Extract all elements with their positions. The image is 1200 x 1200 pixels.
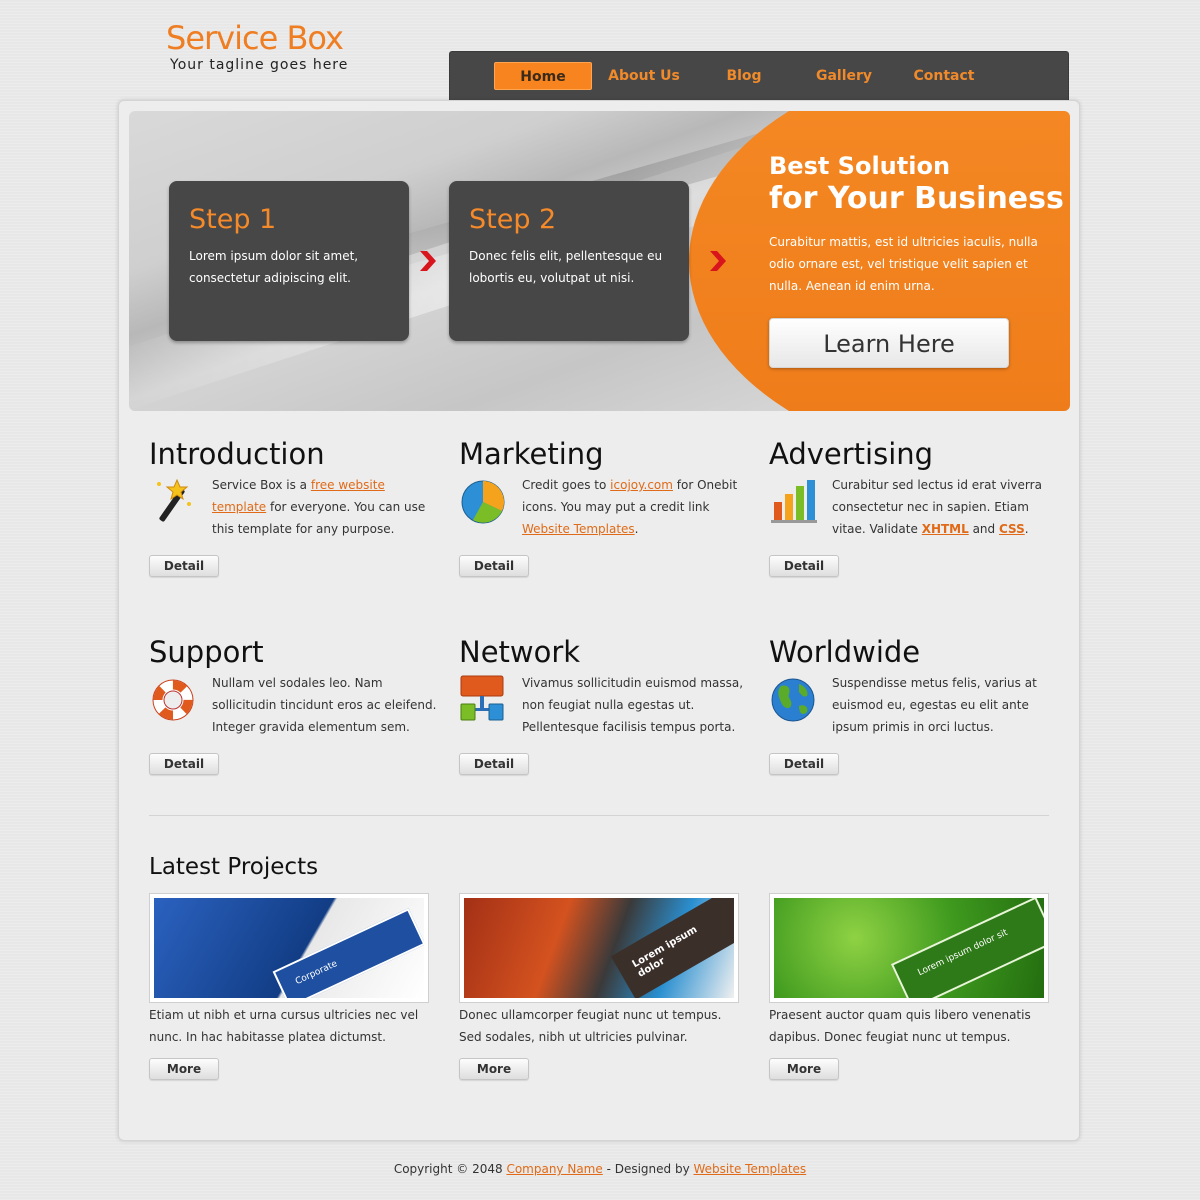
latest-projects-title: Latest Projects: [149, 854, 319, 880]
learn-here-button[interactable]: Learn Here: [769, 318, 1009, 368]
step-title: Step 1: [189, 204, 277, 235]
step-text: Lorem ipsum dolor sit amet, consectetur …: [189, 249, 359, 285]
feature-title: Introduction: [149, 437, 325, 471]
project-thumbnail[interactable]: Corporate: [149, 893, 429, 1003]
promo-text: Curabitur mattis, est id ultricies iacul…: [769, 235, 1038, 293]
feature-text: Credit goes to icojoy.com for Onebit ico…: [522, 474, 752, 540]
project-image: Lorem ipsum dolor sit: [774, 898, 1044, 998]
project-image: Corporate: [154, 898, 424, 998]
feature-title: Advertising: [769, 437, 934, 471]
company-name-link[interactable]: Company Name: [506, 1162, 602, 1176]
detail-button[interactable]: Detail: [149, 555, 219, 577]
magic-wand-icon: [157, 478, 191, 522]
feature-text: Curabitur sed lectus id erat viverra con…: [832, 474, 1062, 540]
feature-title: Support: [149, 635, 264, 669]
feature-text: Nullam vel sodales leo. Nam sollicitudin…: [212, 676, 437, 734]
css-link[interactable]: CSS: [999, 522, 1025, 536]
content-container: Step 1 Lorem ipsum dolor sit amet, conse…: [118, 100, 1080, 1141]
network-icon: [460, 675, 504, 721]
website-templates-link[interactable]: Website Templates: [522, 522, 635, 536]
nav-item-blog[interactable]: Blog: [710, 62, 778, 90]
step-card-1: Step 1 Lorem ipsum dolor sit amet, conse…: [169, 181, 409, 341]
divider: [149, 815, 1049, 816]
project-text: Praesent auctor quam quis libero venenat…: [769, 1008, 1031, 1044]
more-button[interactable]: More: [149, 1058, 219, 1080]
text: Service Box is a: [212, 478, 311, 492]
tagline: Your tagline goes here: [170, 57, 349, 73]
detail-button[interactable]: Detail: [769, 555, 839, 577]
bar-chart-icon: [771, 480, 817, 523]
feature-text: Service Box is a free website template f…: [212, 474, 442, 540]
detail-button[interactable]: Detail: [459, 555, 529, 577]
text: .: [634, 522, 639, 536]
step-title: Step 2: [469, 204, 557, 235]
detail-button[interactable]: Detail: [149, 753, 219, 775]
logo[interactable]: Service Box Your tagline goes here: [166, 18, 348, 72]
feature-title: Worldwide: [769, 635, 921, 669]
main-nav: Home About Us Blog Gallery Contact: [449, 51, 1069, 100]
icojoy-link[interactable]: icojoy.com: [610, 478, 673, 492]
copyright-text: Copyright © 2048: [393, 1162, 507, 1176]
promo-heading: for Your Business: [769, 181, 1064, 216]
feature-title: Network: [459, 635, 581, 669]
detail-button[interactable]: Detail: [769, 753, 839, 775]
xhtml-link[interactable]: XHTML: [922, 522, 969, 536]
promo-heading: Best Solution: [769, 152, 951, 180]
more-button[interactable]: More: [459, 1058, 529, 1080]
chevron-right-icon: [420, 251, 436, 271]
text: Credit goes to: [522, 478, 611, 492]
pie-chart-icon: [461, 480, 505, 524]
designed-by-text: - Designed by: [602, 1162, 694, 1176]
project-thumbnail[interactable]: Lorem ipsum dolor: [459, 893, 739, 1003]
project-text: Etiam ut nibh et urna cursus ultricies n…: [149, 1008, 419, 1044]
nav-item-home[interactable]: Home: [494, 62, 592, 90]
step-card-2: Step 2 Donec felis elit, pellentesque eu…: [449, 181, 689, 341]
text: .: [1024, 522, 1029, 536]
lifebuoy-icon: [152, 679, 194, 721]
website-templates-link[interactable]: Website Templates: [694, 1162, 807, 1176]
project-image: Lorem ipsum dolor: [464, 898, 734, 998]
step-text: Donec felis elit, pellentesque eu lobort…: [469, 249, 663, 285]
more-button[interactable]: More: [769, 1058, 839, 1080]
project-text: Donec ullamcorper feugiat nunc ut tempus…: [459, 1008, 722, 1044]
nav-item-about-us[interactable]: About Us: [600, 62, 688, 90]
globe-icon: [771, 678, 815, 722]
chevron-right-icon: [710, 251, 726, 271]
nav-item-contact[interactable]: Contact: [905, 62, 983, 90]
logo-title: Service Box: [166, 19, 344, 57]
feature-text: Vivamus sollicitudin euismod massa, non …: [522, 676, 744, 734]
detail-button[interactable]: Detail: [459, 753, 529, 775]
hero-banner: Step 1 Lorem ipsum dolor sit amet, conse…: [129, 111, 1070, 411]
footer: Copyright © 2048 Company Name - Designed…: [0, 1162, 1200, 1176]
project-thumbnail[interactable]: Lorem ipsum dolor sit: [769, 893, 1049, 1003]
feature-title: Marketing: [459, 437, 604, 471]
feature-text: Suspendisse metus felis, varius at euism…: [832, 676, 1037, 734]
nav-item-gallery[interactable]: Gallery: [805, 62, 883, 90]
text: and: [968, 522, 999, 536]
